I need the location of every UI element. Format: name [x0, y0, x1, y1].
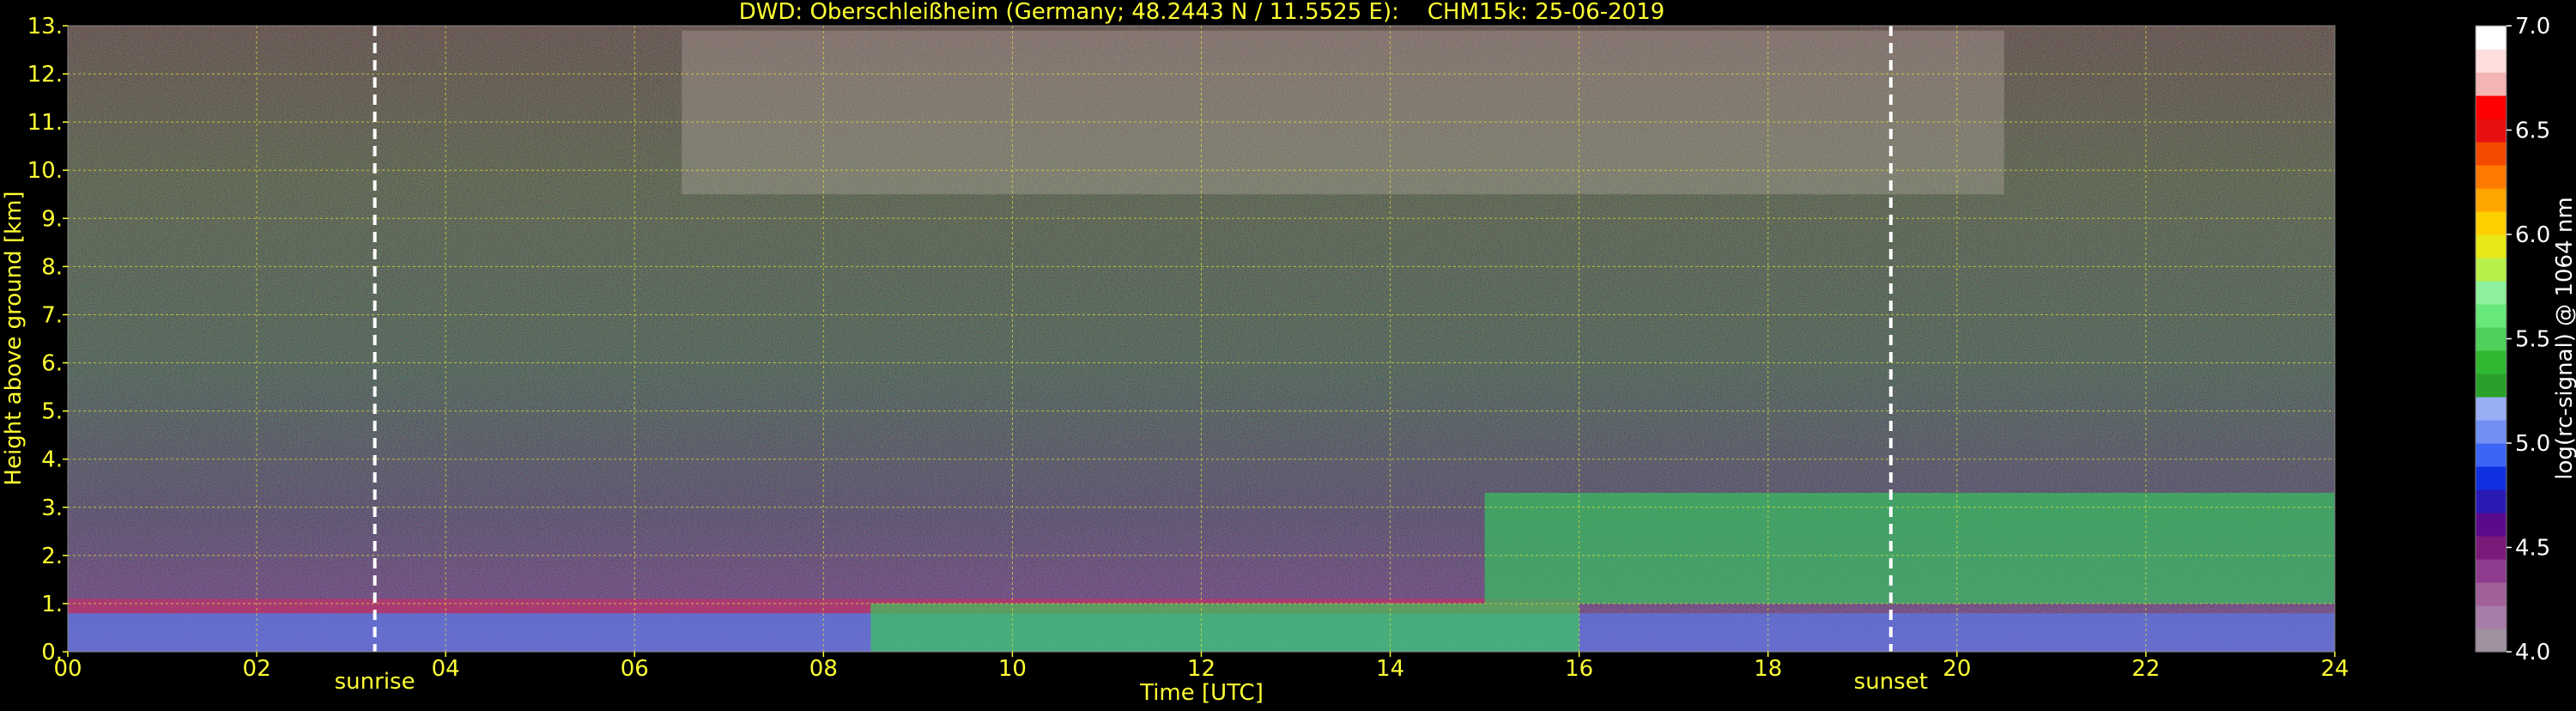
colorbar-label: log(rc-signal) @ 1064 nm: [2552, 197, 2576, 479]
chart-svg: DWD: Oberschleißheim (Germany; 48.2443 N…: [1, 0, 2576, 706]
colorbar-segment: [2476, 188, 2506, 212]
colorbar-segment: [2476, 420, 2506, 444]
colorbar-tick-label: 6.0: [2515, 222, 2550, 248]
y-axis-ticks: 0. 1. 2. 3. 4. 5. 6. 7. 8. 9. 10. 11. 12. 13.: [27, 14, 68, 665]
sunrise-label: sunrise: [335, 669, 415, 695]
layer-residual-layer: [1484, 492, 2335, 604]
y-tick-label: 2.: [41, 544, 63, 569]
y-tick-label: 0.: [41, 640, 63, 665]
layer-convective-mixed-layer: [870, 603, 1579, 652]
colorbar-segment: [2476, 466, 2506, 490]
colorbar-segment: [2476, 211, 2506, 235]
sun-event-labels: sunrise sunset: [335, 669, 1928, 695]
x-tick-label: 18: [1754, 656, 1782, 682]
x-axis-label: Time [UTC]: [1139, 680, 1264, 706]
colorbar-segment: [2476, 350, 2506, 374]
colorbar-segment: [2476, 234, 2506, 258]
x-tick-label: 20: [1943, 656, 1971, 682]
colorbar-segment: [2476, 304, 2506, 328]
colorbar-segment: [2476, 95, 2506, 119]
y-tick-label: 13.: [27, 14, 63, 40]
y-tick-label: 1.: [41, 592, 63, 617]
layer-cirrus: [682, 30, 2004, 195]
colorbar-segment: [2476, 258, 2506, 282]
x-tick-label: 12: [1187, 656, 1215, 682]
y-tick-label: 6.: [41, 351, 63, 377]
colorbar-segment: [2476, 165, 2506, 189]
colorbar-segment: [2476, 327, 2506, 351]
colorbar-segment: [2476, 72, 2506, 96]
colorbar-segment: [2476, 142, 2506, 166]
colorbar-segment: [2476, 443, 2506, 467]
colorbar-tick-label: 5.5: [2515, 327, 2550, 353]
colorbar-segment: [2476, 281, 2506, 305]
chart-title: DWD: Oberschleißheim (Germany; 48.2443 N…: [739, 0, 1665, 25]
x-tick-label: 22: [2131, 656, 2160, 682]
plot-area: [68, 26, 2335, 652]
ceilometer-figure: DWD: Oberschleißheim (Germany; 48.2443 N…: [0, 0, 2576, 708]
colorbar-tick-label: 5.0: [2515, 431, 2550, 457]
x-tick-label: 08: [809, 656, 838, 682]
y-tick-label: 5.: [41, 399, 63, 425]
colorbar-tick-label: 7.0: [2515, 14, 2550, 40]
colorbar-segment: [2476, 605, 2506, 629]
y-axis-label: Height above ground [km]: [1, 191, 27, 485]
x-tick-label: 04: [432, 656, 460, 682]
colorbar-segment: [2476, 559, 2506, 583]
colorbar-segment: [2476, 26, 2506, 50]
y-tick-label: 4.: [41, 447, 63, 473]
colorbar-segment: [2476, 374, 2506, 398]
colorbar: 4.0 4.5 5.0 5.5 6.0 6.5 7.0: [2475, 14, 2550, 665]
colorbar-segment: [2476, 118, 2506, 143]
colorbar-segment: [2476, 49, 2506, 73]
colorbar-tick-label: 6.5: [2515, 118, 2550, 144]
y-tick-label: 7.: [41, 302, 63, 328]
colorbar-segment: [2476, 629, 2506, 653]
colorbar-segment: [2476, 397, 2506, 421]
x-tick-label: 24: [2320, 656, 2349, 682]
colorbar-segment: [2476, 489, 2506, 514]
y-tick-label: 11.: [27, 110, 63, 136]
x-tick-label: 16: [1565, 656, 1593, 682]
y-tick-label: 8.: [41, 254, 63, 280]
y-tick-label: 10.: [27, 158, 63, 184]
y-tick-label: 12.: [27, 62, 63, 88]
x-tick-label: 02: [243, 656, 271, 682]
colorbar-tick-label: 4.5: [2515, 536, 2550, 562]
x-tick-label: 14: [1376, 656, 1404, 682]
colorbar-segment: [2476, 536, 2506, 560]
x-tick-label: 10: [998, 656, 1027, 682]
y-tick-label: 3.: [41, 495, 63, 521]
sunset-label: sunset: [1854, 669, 1928, 695]
y-tick-label: 9.: [41, 206, 63, 232]
colorbar-segment: [2476, 582, 2506, 606]
colorbar-tick-label: 4.0: [2515, 640, 2550, 665]
x-tick-label: 06: [621, 656, 649, 682]
colorbar-segment: [2476, 513, 2506, 537]
